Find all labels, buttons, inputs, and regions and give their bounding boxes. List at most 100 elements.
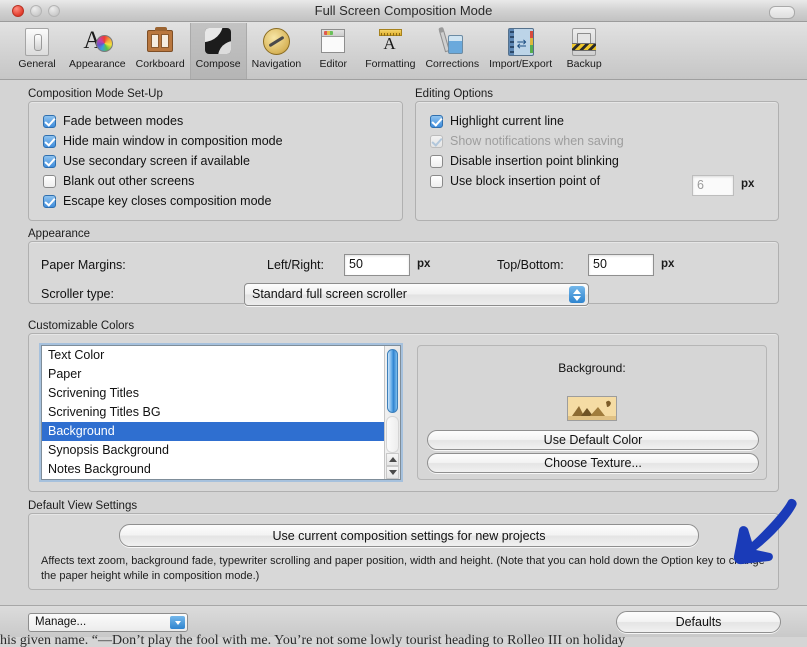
top-bottom-margin-input[interactable]: 50 xyxy=(588,254,654,276)
toolbar-label-import-export: Import/Export xyxy=(489,58,553,70)
composition-setup-title: Composition Mode Set-Up xyxy=(28,88,163,100)
manage-label: Manage... xyxy=(35,616,87,628)
exchange-book-icon: ⇄ xyxy=(506,26,536,56)
preferences-window: Full Screen Composition Mode General A A… xyxy=(0,0,807,647)
composition-setup-group: Composition Mode Set-Up Fade between mod… xyxy=(28,88,403,221)
list-item[interactable]: Text Color xyxy=(42,346,400,365)
scrollbar-thumb[interactable] xyxy=(387,349,398,413)
use-current-composition-settings-button[interactable]: Use current composition settings for new… xyxy=(119,524,699,547)
checkbox-blank-out-other-screens[interactable]: Blank out other screens xyxy=(43,171,402,191)
toolbar-label-corrections: Corrections xyxy=(425,58,480,70)
toolbar-item-import-export[interactable]: ⇄ Import/Export xyxy=(484,23,557,79)
ruler-a-icon: A xyxy=(375,26,405,56)
popup-stepper-arrows-icon[interactable] xyxy=(569,286,585,303)
default-view-settings-group: Default View Settings Use current compos… xyxy=(28,500,779,590)
empty-checkbox-icon xyxy=(43,174,56,188)
toolbar-label-compose: Compose xyxy=(195,58,241,70)
chevron-down-icon[interactable] xyxy=(170,616,185,629)
checkmark-icon xyxy=(43,194,56,208)
checkmark-icon xyxy=(430,134,443,148)
color-targets-list[interactable]: Text Color Paper Scrivening Titles Scriv… xyxy=(41,345,401,480)
checkbox-label: Use secondary screen if available xyxy=(63,154,250,168)
block-insertion-size-unit: px xyxy=(741,178,755,190)
compose-icon xyxy=(203,26,233,56)
toolbar-label-backup: Backup xyxy=(566,58,602,70)
toolbar-label-editor: Editor xyxy=(319,58,347,70)
scroller-type-popup[interactable]: Standard full screen scroller xyxy=(244,283,589,306)
default-view-settings-title: Default View Settings xyxy=(28,500,138,512)
checkbox-label: Fade between modes xyxy=(63,114,184,128)
list-item-selected[interactable]: Background xyxy=(42,422,400,441)
texture-swatch[interactable] xyxy=(567,396,617,421)
checkbox-label: Highlight current line xyxy=(450,114,564,128)
left-right-margin-input[interactable]: 50 xyxy=(344,254,410,276)
checkbox-label: Escape key closes composition mode xyxy=(63,194,272,208)
list-item[interactable]: Paper xyxy=(42,365,400,384)
checkbox-use-secondary-screen[interactable]: Use secondary screen if available xyxy=(43,151,402,171)
default-view-settings-note: Affects text zoom, background fade, type… xyxy=(41,555,765,582)
scroller-type-value: Standard full screen scroller xyxy=(252,287,407,301)
switch-icon xyxy=(22,26,52,56)
texture-thumbnail-icon xyxy=(568,397,616,420)
toolbar-label-appearance: Appearance xyxy=(69,58,126,70)
top-bottom-label: Top/Bottom: xyxy=(497,258,564,272)
checkbox-highlight-current-line[interactable]: Highlight current line xyxy=(430,111,778,131)
document-icon xyxy=(318,26,348,56)
drive-hazard-icon xyxy=(569,26,599,56)
toolbar-item-general[interactable]: General xyxy=(10,23,64,79)
brush-bottle-icon xyxy=(437,26,467,56)
list-item[interactable]: Scrivening Titles xyxy=(42,384,400,403)
left-right-unit: px xyxy=(417,258,431,270)
customizable-colors-box: Text Color Paper Scrivening Titles Scriv… xyxy=(28,333,779,492)
use-default-color-button[interactable]: Use Default Color xyxy=(427,430,759,450)
top-bottom-unit: px xyxy=(661,258,675,270)
title-bar: Full Screen Composition Mode xyxy=(0,0,807,22)
toolbar-item-editor[interactable]: Editor xyxy=(306,23,360,79)
list-item[interactable]: Scrivening Titles BG xyxy=(42,403,400,422)
checkbox-escape-key-closes[interactable]: Escape key closes composition mode xyxy=(43,191,402,211)
checkbox-label: Disable insertion point blinking xyxy=(450,154,619,168)
list-item[interactable]: Notes Background xyxy=(42,460,400,479)
customizable-colors-title: Customizable Colors xyxy=(28,320,135,332)
defaults-button[interactable]: Defaults xyxy=(616,611,781,633)
toolbar-toggle-button[interactable] xyxy=(769,6,795,19)
toolbar-item-formatting[interactable]: A Formatting xyxy=(360,23,420,79)
choose-texture-button[interactable]: Choose Texture... xyxy=(427,453,759,473)
compass-icon xyxy=(261,26,291,56)
toolbar-item-corrections[interactable]: Corrections xyxy=(420,23,484,79)
default-view-settings-box: Use current composition settings for new… xyxy=(28,513,779,590)
bottom-bar: Manage... Defaults xyxy=(0,605,807,637)
toolbar-item-corkboard[interactable]: Corkboard xyxy=(131,23,190,79)
toolbar-item-compose[interactable]: Compose xyxy=(189,23,247,79)
checkmark-icon xyxy=(430,114,443,128)
appearance-title: Appearance xyxy=(28,228,91,240)
editing-options-box: Highlight current line Show notification… xyxy=(415,101,779,221)
checkbox-label: Show notifications when saving xyxy=(450,134,624,148)
checkbox-label: Hide main window in composition mode xyxy=(63,134,283,148)
manage-popup-button[interactable]: Manage... xyxy=(28,613,188,632)
checkmark-icon xyxy=(43,154,56,168)
toolbar-label-corkboard: Corkboard xyxy=(135,58,185,70)
paper-margins-label: Paper Margins: xyxy=(41,258,126,272)
toolbar-item-navigation[interactable]: Navigation xyxy=(247,23,307,79)
composition-setup-box: Fade between modes Hide main window in c… xyxy=(28,101,403,221)
list-scrollbar[interactable] xyxy=(384,346,400,479)
checkbox-disable-insertion-point-blinking[interactable]: Disable insertion point blinking xyxy=(430,151,778,171)
editing-options-title: Editing Options xyxy=(415,88,493,100)
toolbar-label-general: General xyxy=(18,58,56,70)
scroll-down-button[interactable] xyxy=(386,466,399,479)
toolbar-item-backup[interactable]: Backup xyxy=(557,23,611,79)
background-document-text: his given name. “—Don’t play the fool wi… xyxy=(0,634,625,647)
appearance-box: Paper Margins: Left/Right: 50 px Top/Bot… xyxy=(28,241,779,306)
block-insertion-size-input[interactable]: 6 xyxy=(692,175,734,196)
scroll-up-button[interactable] xyxy=(386,453,399,466)
checkbox-label: Blank out other screens xyxy=(63,174,195,188)
checkbox-show-notifications-when-saving: Show notifications when saving xyxy=(430,131,778,151)
toolbar-item-appearance[interactable]: A Appearance xyxy=(64,23,131,79)
scrollbar-track[interactable] xyxy=(386,416,399,453)
checkbox-fade-between-modes[interactable]: Fade between modes xyxy=(43,111,402,131)
checkmark-icon xyxy=(43,114,56,128)
window-title: Full Screen Composition Mode xyxy=(314,3,493,18)
list-item[interactable]: Synopsis Background xyxy=(42,441,400,460)
checkbox-hide-main-window[interactable]: Hide main window in composition mode xyxy=(43,131,402,151)
